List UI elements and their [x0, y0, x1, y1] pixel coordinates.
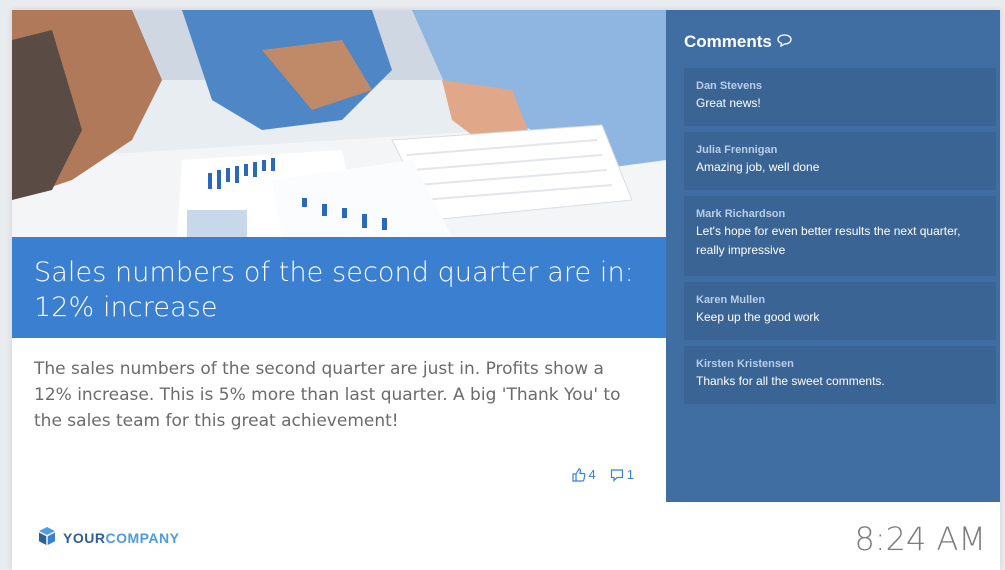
comment-author: Karen Mullen — [696, 294, 766, 306]
company-logo-icon — [37, 526, 57, 549]
speech-bubble-icon — [777, 32, 792, 52]
comment-author: Kirsten Kristensen — [696, 358, 794, 370]
article-text: The sales numbers of the second quarter … — [34, 359, 621, 431]
comment-card: Dan Stevens Great news! — [684, 68, 996, 126]
article-body: The sales numbers of the second quarter … — [12, 338, 666, 502]
comment-card: Julia Frennigan Amazing job, well done — [684, 132, 996, 190]
reactions-bar: 4 1 — [571, 467, 634, 482]
comments-header: Comments — [684, 32, 792, 52]
comment-card: Kirsten Kristensen Thanks for all the sw… — [684, 346, 996, 404]
comment-bubble-icon — [610, 468, 624, 482]
comment-message: Keep up the good work — [696, 310, 820, 324]
like-count: 4 — [588, 467, 596, 482]
comment-author: Mark Richardson — [696, 208, 786, 220]
comment-message: Amazing job, well done — [696, 160, 820, 174]
logo-text-light: COMPANY — [105, 529, 180, 546]
comment-author: Julia Frennigan — [696, 144, 778, 156]
comment-card: Karen Mullen Keep up the good work — [684, 282, 996, 340]
clock-time: 8:24 AM — [854, 520, 986, 558]
comments-panel: Comments Dan Stevens Great news! Julia F… — [666, 10, 1000, 502]
comment-card: Mark Richardson Let's hope for even bett… — [684, 196, 996, 276]
company-logo: YOURCOMPANY — [37, 526, 179, 549]
comment-button[interactable]: 1 — [610, 467, 634, 482]
hero-photo — [12, 10, 666, 237]
comment-message: Let's hope for even better results the n… — [696, 224, 961, 257]
footer-bar: YOURCOMPANY 8:24 AM — [12, 502, 1000, 570]
comment-message: Great news! — [696, 96, 761, 110]
comment-message: Thanks for all the sweet comments. — [696, 374, 885, 388]
like-button[interactable]: 4 — [571, 467, 596, 482]
headline-title: Sales numbers of the second quarter are … — [34, 257, 634, 323]
comments-title: Comments — [684, 32, 772, 51]
headline-banner: Sales numbers of the second quarter are … — [12, 237, 666, 338]
thumbs-up-icon — [571, 467, 586, 482]
signage-screen: Sales numbers of the second quarter are … — [12, 10, 1000, 570]
logo-text-bold: YOUR — [63, 529, 106, 546]
comment-count: 1 — [626, 467, 634, 482]
comment-author: Dan Stevens — [696, 80, 763, 92]
